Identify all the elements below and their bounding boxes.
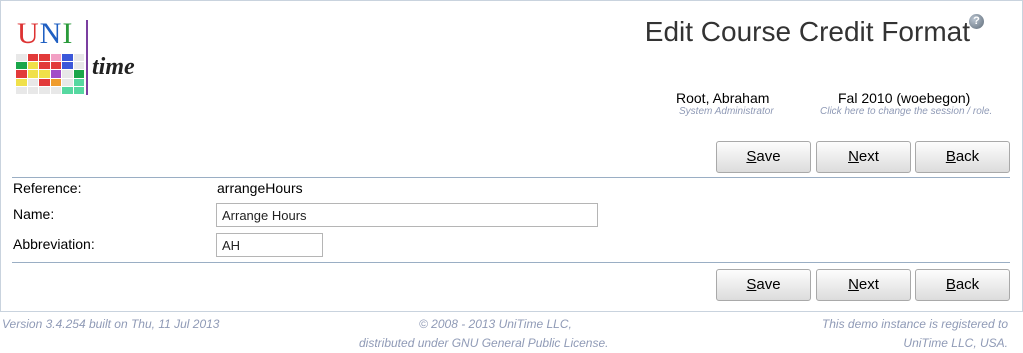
session-name[interactable]: Fal 2010 (woebegon) <box>838 90 970 106</box>
footer-divider <box>12 262 1010 263</box>
copyright-line-2: distributed under GNU General Public Lic… <box>359 336 609 350</box>
user-role: System Administrator <box>679 106 774 117</box>
reference-label: Reference: <box>13 180 82 196</box>
logo-timetable-grid <box>16 54 84 94</box>
abbreviation-input[interactable]: AH <box>216 233 323 257</box>
session-change-hint[interactable]: Click here to change the session / role. <box>820 106 992 117</box>
registration-line-2: UniTime LLC, USA. <box>903 336 1008 350</box>
name-label: Name: <box>13 206 55 222</box>
version-info: Version 3.4.254 built on Thu, 11 Jul 201… <box>2 317 220 331</box>
help-icon[interactable]: ? <box>969 14 984 29</box>
save-button-top[interactable]: Save <box>716 141 811 173</box>
abbreviation-label: Abbreviation: <box>13 236 95 252</box>
user-name[interactable]: Root, Abraham <box>676 90 769 106</box>
logo-uni-text: UNI <box>17 17 74 50</box>
header-divider <box>12 177 1010 178</box>
page-title: Edit Course Credit Format <box>644 16 970 47</box>
back-button-bottom[interactable]: Back <box>915 269 1010 301</box>
next-button-top[interactable]: Next <box>816 141 911 173</box>
next-button-bottom[interactable]: Next <box>816 269 911 301</box>
copyright-line-1: © 2008 - 2013 UniTime LLC, <box>419 317 572 331</box>
name-input[interactable]: Arrange Hours <box>216 203 598 227</box>
save-button-bottom[interactable]: Save <box>716 269 811 301</box>
reference-value: arrangeHours <box>217 180 303 196</box>
back-button-top[interactable]: Back <box>915 141 1010 173</box>
registration-line-1: This demo instance is registered to <box>821 317 1008 331</box>
logo-divider <box>86 20 88 95</box>
unitime-logo[interactable]: UNI time <box>14 18 154 98</box>
logo-time-text: time <box>92 54 135 80</box>
